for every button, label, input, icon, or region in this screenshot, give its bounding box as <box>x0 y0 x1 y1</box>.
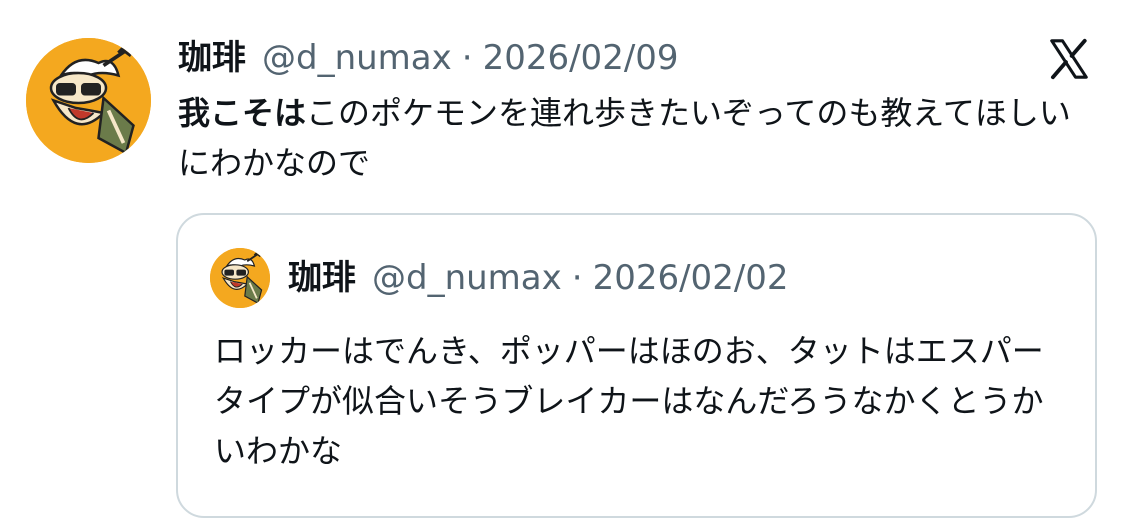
cartoon-avatar-image <box>26 38 151 163</box>
tweet-text-body: このポケモンを連れ歩きたいぞってのも教えてほしいにわかなので <box>178 94 1071 182</box>
tweet-header: 珈琲 @d_numax · 2026/02/09 <box>178 36 679 80</box>
quoted-tweet-date: 2026/02/02 <box>592 258 789 298</box>
quoted-author-avatar <box>210 248 270 308</box>
quoted-author-handle: @d_numax <box>372 258 562 298</box>
quoted-tweet-header: 珈琲 @d_numax · 2026/02/02 <box>288 256 789 300</box>
tweet-date[interactable]: 2026/02/09 <box>483 36 679 80</box>
tweet-text-bold: 我こそは <box>178 94 307 132</box>
meta-separator: · <box>461 38 473 78</box>
cartoon-avatar-image <box>210 248 270 308</box>
quoted-meta-separator: · <box>571 258 583 298</box>
x-logo-icon[interactable] <box>1046 36 1092 82</box>
quoted-tweet-text: ロッカーはでんき、ポッパーはほのお、タットはエスパータイプが似合いそうブレイカー… <box>214 332 1044 470</box>
quoted-author-name: 珈琲 <box>288 258 356 298</box>
author-handle[interactable]: @d_numax <box>262 36 452 80</box>
tweet-embed: 珈琲 @d_numax · 2026/02/09 我こそはこのポケモンを連れ歩き… <box>0 0 1125 531</box>
author-avatar[interactable] <box>26 38 151 163</box>
tweet-text: 我こそはこのポケモンを連れ歩きたいぞってのも教えてほしいにわかなので <box>178 88 1093 188</box>
author-name[interactable]: 珈琲 <box>178 36 246 80</box>
